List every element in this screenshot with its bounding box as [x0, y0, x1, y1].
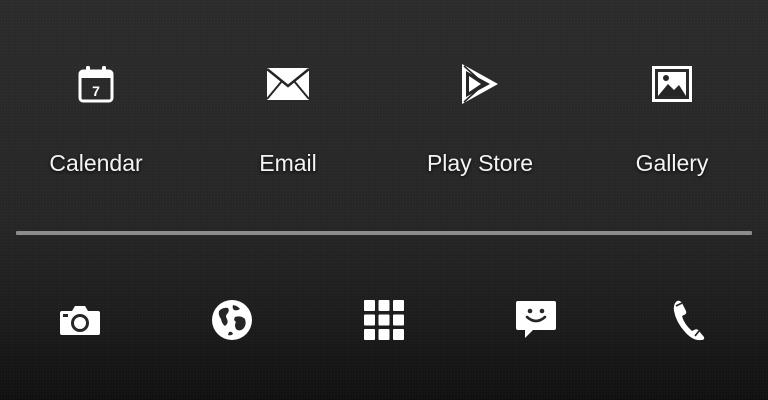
- dock-phone[interactable]: [658, 290, 718, 350]
- app-drawer-icon: [364, 300, 404, 340]
- calendar-icon: 7: [72, 60, 120, 108]
- dock: [0, 290, 768, 350]
- app-label-gallery: Gallery: [635, 150, 709, 176]
- play-store-icon: [456, 60, 504, 108]
- app-calendar[interactable]: 7 Calendar: [0, 60, 192, 190]
- dock-browser[interactable]: [202, 290, 262, 350]
- dock-camera[interactable]: [50, 290, 110, 350]
- app-label-email: Email: [259, 150, 317, 176]
- phone-icon: [671, 299, 705, 341]
- home-screen-grid: 7 Calendar Email Play Store Gallery: [0, 0, 768, 230]
- dock-messaging[interactable]: [506, 290, 566, 350]
- app-label-play-store: Play Store: [426, 150, 534, 176]
- dock-divider: [16, 231, 752, 235]
- dock-app-drawer[interactable]: [354, 290, 414, 350]
- email-icon: [264, 60, 312, 108]
- browser-globe-icon: [211, 299, 253, 341]
- messaging-icon: [515, 300, 557, 340]
- app-gallery[interactable]: Gallery: [576, 60, 768, 190]
- app-play-store[interactable]: Play Store: [384, 60, 576, 190]
- gallery-icon: [648, 60, 696, 108]
- calendar-day-number: 7: [92, 83, 100, 99]
- app-label-calendar: Calendar: [49, 150, 143, 176]
- camera-icon: [59, 304, 101, 336]
- app-email[interactable]: Email: [192, 60, 384, 190]
